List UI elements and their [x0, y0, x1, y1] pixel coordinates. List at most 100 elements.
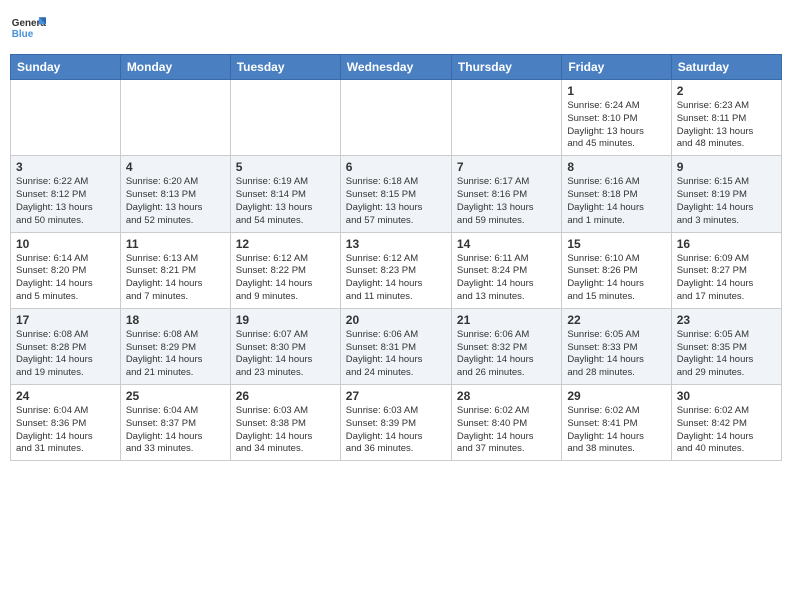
calendar-day-cell: 20 Sunrise: 6:06 AMSunset: 8:31 PMDayligh… [340, 308, 451, 384]
day-info: Sunrise: 6:09 AMSunset: 8:27 PMDaylight:… [677, 253, 776, 304]
calendar-day-cell: 8Sunrise: 6:16 AMSunset: 8:18 PMDaylight… [562, 156, 671, 232]
calendar-weekday-header: Friday [562, 55, 671, 80]
day-info: Sunrise: 6:19 AMSunset: 8:14 PMDaylight:… [236, 176, 335, 227]
day-info: Sunrise: 6:23 AMSunset: 8:11 PMDaylight:… [677, 100, 776, 151]
day-info: Sunrise: 6:10 AMSunset: 8:26 PMDaylight:… [567, 253, 665, 304]
day-info: Sunrise: 6:20 AMSunset: 8:13 PMDaylight:… [126, 176, 225, 227]
calendar-week-row: 24Sunrise: 6:04 AMSunset: 8:36 PMDayligh… [11, 385, 782, 461]
calendar-header-row: SundayMondayTuesdayWednesdayThursdayFrid… [11, 55, 782, 80]
day-info: Sunrise: 6:07 AMSunset: 8:30 PMDaylight:… [236, 329, 335, 380]
day-number: 21 [457, 313, 556, 327]
calendar-day-cell: 26 Sunrise: 6:03 AMSunset: 8:38 PMDayligh… [230, 385, 340, 461]
day-number: 6 [346, 160, 446, 174]
day-number: 4 [126, 160, 225, 174]
day-number: 25 [126, 389, 225, 403]
calendar-day-cell: 4 Sunrise: 6:20 AMSunset: 8:13 PMDaylight… [120, 156, 230, 232]
calendar-day-cell: 30 Sunrise: 6:02 AMSunset: 8:42 PMDayligh… [671, 385, 781, 461]
calendar-weekday-header: Thursday [451, 55, 561, 80]
day-info: Sunrise: 6:12 AMSunset: 8:22 PMDaylight:… [236, 253, 335, 304]
day-info: Sunrise: 6:02 AMSunset: 8:41 PMDaylight:… [567, 405, 665, 456]
calendar-weekday-header: Monday [120, 55, 230, 80]
calendar-day-cell: 12 Sunrise: 6:12 AMSunset: 8:22 PMDayligh… [230, 232, 340, 308]
calendar-day-cell: 5 Sunrise: 6:19 AMSunset: 8:14 PMDaylight… [230, 156, 340, 232]
calendar-week-row: 3 Sunrise: 6:22 AMSunset: 8:12 PMDaylight… [11, 156, 782, 232]
calendar-table: SundayMondayTuesdayWednesdayThursdayFrid… [10, 54, 782, 461]
calendar-day-cell: 29 Sunrise: 6:02 AMSunset: 8:41 PMDayligh… [562, 385, 671, 461]
calendar-day-cell: 13 Sunrise: 6:12 AMSunset: 8:23 PMDayligh… [340, 232, 451, 308]
day-info: Sunrise: 6:08 AMSunset: 8:29 PMDaylight:… [126, 329, 225, 380]
day-number: 17 [16, 313, 115, 327]
calendar-day-cell: 16 Sunrise: 6:09 AMSunset: 8:27 PMDayligh… [671, 232, 781, 308]
day-number: 20 [346, 313, 446, 327]
svg-text:Blue: Blue [12, 29, 34, 40]
day-number: 22 [567, 313, 665, 327]
day-number: 23 [677, 313, 776, 327]
calendar-day-cell: 7 Sunrise: 6:17 AMSunset: 8:16 PMDaylight… [451, 156, 561, 232]
logo: General Blue [10, 10, 46, 46]
calendar-day-cell: 28 Sunrise: 6:02 AMSunset: 8:40 PMDayligh… [451, 385, 561, 461]
calendar-week-row: 17 Sunrise: 6:08 AMSunset: 8:28 PMDayligh… [11, 308, 782, 384]
day-number: 15 [567, 237, 665, 251]
day-number: 5 [236, 160, 335, 174]
day-info: Sunrise: 6:02 AMSunset: 8:42 PMDaylight:… [677, 405, 776, 456]
calendar-day-cell: 2 Sunrise: 6:23 AMSunset: 8:11 PMDaylight… [671, 80, 781, 156]
day-number: 8 [567, 160, 665, 174]
day-info: Sunrise: 6:12 AMSunset: 8:23 PMDaylight:… [346, 253, 446, 304]
day-number: 28 [457, 389, 556, 403]
day-info: Sunrise: 6:22 AMSunset: 8:12 PMDaylight:… [16, 176, 115, 227]
day-number: 26 [236, 389, 335, 403]
calendar-weekday-header: Tuesday [230, 55, 340, 80]
day-number: 11 [126, 237, 225, 251]
day-number: 18 [126, 313, 225, 327]
logo-icon: General Blue [10, 10, 46, 46]
calendar-week-row: 10Sunrise: 6:14 AMSunset: 8:20 PMDayligh… [11, 232, 782, 308]
day-info: Sunrise: 6:18 AMSunset: 8:15 PMDaylight:… [346, 176, 446, 227]
calendar-day-cell [120, 80, 230, 156]
day-number: 13 [346, 237, 446, 251]
calendar-day-cell: 18 Sunrise: 6:08 AMSunset: 8:29 PMDayligh… [120, 308, 230, 384]
calendar-day-cell [230, 80, 340, 156]
day-number: 29 [567, 389, 665, 403]
calendar-day-cell: 24Sunrise: 6:04 AMSunset: 8:36 PMDayligh… [11, 385, 121, 461]
calendar-weekday-header: Sunday [11, 55, 121, 80]
day-info: Sunrise: 6:13 AMSunset: 8:21 PMDaylight:… [126, 253, 225, 304]
day-number: 7 [457, 160, 556, 174]
day-info: Sunrise: 6:17 AMSunset: 8:16 PMDaylight:… [457, 176, 556, 227]
day-info: Sunrise: 6:06 AMSunset: 8:31 PMDaylight:… [346, 329, 446, 380]
calendar-weekday-header: Saturday [671, 55, 781, 80]
calendar-day-cell: 11 Sunrise: 6:13 AMSunset: 8:21 PMDayligh… [120, 232, 230, 308]
day-number: 27 [346, 389, 446, 403]
calendar-day-cell: 25 Sunrise: 6:04 AMSunset: 8:37 PMDayligh… [120, 385, 230, 461]
calendar-week-row: 1 Sunrise: 6:24 AMSunset: 8:10 PMDaylight… [11, 80, 782, 156]
day-info: Sunrise: 6:24 AMSunset: 8:10 PMDaylight:… [567, 100, 665, 151]
day-info: Sunrise: 6:11 AMSunset: 8:24 PMDaylight:… [457, 253, 556, 304]
calendar-day-cell: 22 Sunrise: 6:05 AMSunset: 8:33 PMDayligh… [562, 308, 671, 384]
day-info: Sunrise: 6:02 AMSunset: 8:40 PMDaylight:… [457, 405, 556, 456]
day-number: 16 [677, 237, 776, 251]
calendar-day-cell: 23 Sunrise: 6:05 AMSunset: 8:35 PMDayligh… [671, 308, 781, 384]
day-number: 19 [236, 313, 335, 327]
calendar-day-cell [11, 80, 121, 156]
day-info: Sunrise: 6:14 AMSunset: 8:20 PMDaylight:… [16, 253, 115, 304]
day-number: 12 [236, 237, 335, 251]
day-number: 3 [16, 160, 115, 174]
calendar-day-cell: 27 Sunrise: 6:03 AMSunset: 8:39 PMDayligh… [340, 385, 451, 461]
day-info: Sunrise: 6:05 AMSunset: 8:33 PMDaylight:… [567, 329, 665, 380]
day-number: 1 [567, 84, 665, 98]
calendar-weekday-header: Wednesday [340, 55, 451, 80]
calendar-day-cell: 6 Sunrise: 6:18 AMSunset: 8:15 PMDaylight… [340, 156, 451, 232]
day-info: Sunrise: 6:08 AMSunset: 8:28 PMDaylight:… [16, 329, 115, 380]
day-number: 9 [677, 160, 776, 174]
day-info: Sunrise: 6:04 AMSunset: 8:37 PMDaylight:… [126, 405, 225, 456]
day-info: Sunrise: 6:03 AMSunset: 8:38 PMDaylight:… [236, 405, 335, 456]
calendar-day-cell: 14Sunrise: 6:11 AMSunset: 8:24 PMDayligh… [451, 232, 561, 308]
day-info: Sunrise: 6:05 AMSunset: 8:35 PMDaylight:… [677, 329, 776, 380]
calendar-day-cell: 15 Sunrise: 6:10 AMSunset: 8:26 PMDayligh… [562, 232, 671, 308]
day-info: Sunrise: 6:03 AMSunset: 8:39 PMDaylight:… [346, 405, 446, 456]
day-number: 24 [16, 389, 115, 403]
calendar-day-cell [451, 80, 561, 156]
day-number: 30 [677, 389, 776, 403]
calendar-day-cell: 9 Sunrise: 6:15 AMSunset: 8:19 PMDaylight… [671, 156, 781, 232]
day-number: 2 [677, 84, 776, 98]
day-info: Sunrise: 6:15 AMSunset: 8:19 PMDaylight:… [677, 176, 776, 227]
